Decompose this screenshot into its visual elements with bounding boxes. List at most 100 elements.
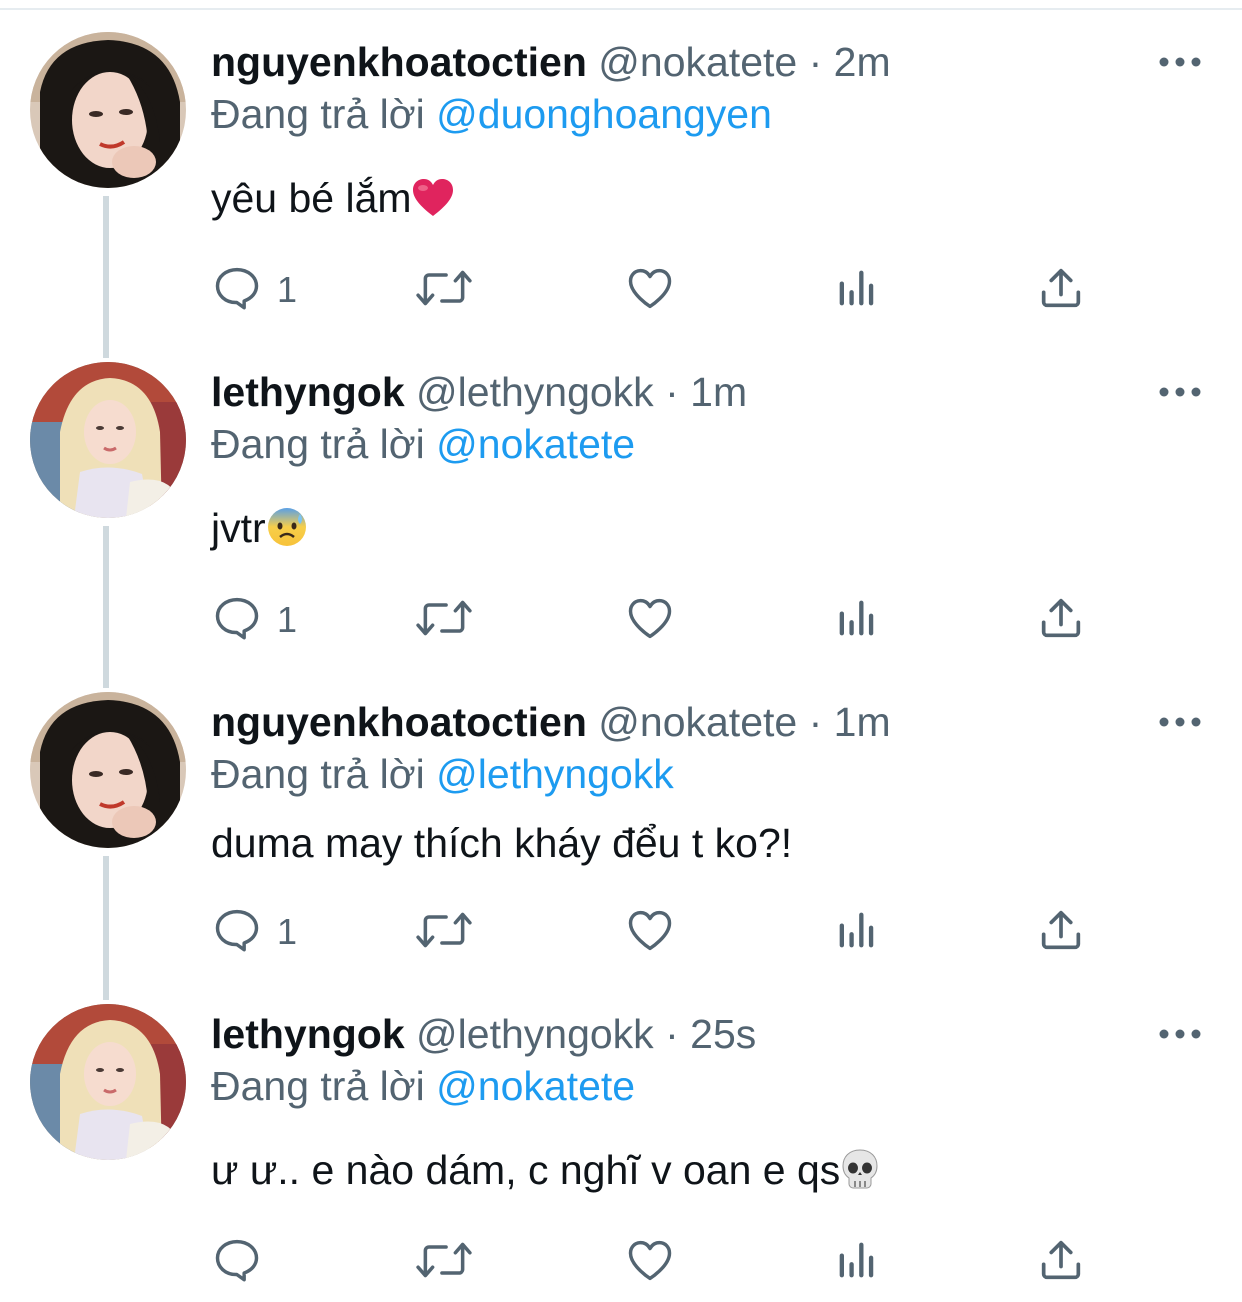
reply-button[interactable]: 1	[211, 904, 297, 960]
tweet-text-content: ư ư.. e nào dám, c nghĩ v oan e qs	[211, 1147, 841, 1193]
share-icon	[1035, 904, 1087, 961]
more-options-icon[interactable]	[1154, 704, 1206, 740]
share-button[interactable]	[1035, 904, 1087, 960]
reply-prefix: Đang trả lời	[211, 1063, 425, 1109]
reply-icon	[211, 592, 263, 649]
user-handle[interactable]: @lethyngokk	[416, 1011, 654, 1057]
timestamp[interactable]: 1m	[834, 699, 891, 745]
tweet-text-content: duma may thích kháy đểu t ko?!	[211, 820, 793, 866]
red-heart-emoji-icon	[412, 178, 454, 230]
reply-context: Đang trả lời @nokatete	[211, 418, 635, 470]
tweet-header: lethyngok @lethyngokk · 1m	[211, 366, 747, 418]
share-button[interactable]	[1035, 1234, 1087, 1290]
tweet-actions	[211, 1234, 1111, 1290]
user-handle[interactable]: @nokatete	[598, 39, 797, 85]
analytics-icon	[831, 262, 883, 319]
reply-icon	[211, 1234, 263, 1291]
share-icon	[1035, 262, 1087, 319]
reply-context: Đang trả lời @nokatete	[211, 1060, 635, 1112]
separator-dot: ·	[665, 369, 679, 415]
retweet-icon	[415, 262, 473, 319]
analytics-button[interactable]	[831, 904, 883, 960]
share-icon	[1035, 1234, 1087, 1291]
heart-icon	[624, 262, 676, 319]
like-button[interactable]	[624, 592, 676, 648]
analytics-button[interactable]	[831, 262, 883, 318]
retweet-button[interactable]	[415, 1234, 473, 1290]
tweet-actions: 1	[211, 904, 1111, 960]
user-handle[interactable]: @lethyngokk	[416, 369, 654, 415]
avatar[interactable]	[30, 692, 186, 848]
tweet-header: nguyenkhoatoctien @nokatete · 1m	[211, 696, 891, 748]
more-options-icon[interactable]	[1154, 44, 1206, 80]
more-options-icon[interactable]	[1154, 1016, 1206, 1052]
reply-icon	[211, 262, 263, 319]
tweet-text: duma may thích kháy đểu t ko?!	[211, 817, 792, 869]
separator-dot: ·	[665, 1011, 679, 1057]
reply-prefix: Đang trả lời	[211, 751, 425, 797]
retweet-button[interactable]	[415, 262, 473, 318]
analytics-icon	[831, 592, 883, 649]
tweet[interactable]: lethyngok @lethyngokk · 25s Đang trả lời…	[0, 972, 1242, 1302]
share-button[interactable]	[1035, 262, 1087, 318]
tweet[interactable]: nguyenkhoatoctien @nokatete · 2m Đang tr…	[0, 0, 1242, 330]
share-button[interactable]	[1035, 592, 1087, 648]
reply-prefix: Đang trả lời	[211, 421, 425, 467]
analytics-button[interactable]	[831, 1234, 883, 1290]
heart-icon	[624, 592, 676, 649]
avatar[interactable]	[30, 362, 186, 518]
reply-button[interactable]: 1	[211, 592, 297, 648]
retweet-button[interactable]	[415, 904, 473, 960]
tweet-text: ư ư.. e nào dám, c nghĩ v oan e qs	[211, 1144, 880, 1202]
reply-context: Đang trả lời @lethyngokk	[211, 748, 674, 800]
reply-mention[interactable]: @duonghoangyen	[436, 91, 772, 137]
reply-count: 1	[277, 269, 298, 310]
tweet-header: nguyenkhoatoctien @nokatete · 2m	[211, 36, 891, 88]
reply-mention[interactable]: @nokatete	[436, 421, 635, 467]
retweet-icon	[415, 904, 473, 961]
analytics-icon	[831, 1234, 883, 1291]
tweet[interactable]: nguyenkhoatoctien @nokatete · 1m Đang tr…	[0, 660, 1242, 990]
heart-icon	[624, 904, 676, 961]
reply-button[interactable]: 1	[211, 262, 297, 318]
reply-context: Đang trả lời @duonghoangyen	[211, 88, 772, 140]
tweet-actions: 1	[211, 592, 1111, 648]
tweet-text-content: jvtr	[211, 505, 266, 551]
anxious-face-emoji-icon	[266, 506, 308, 560]
like-button[interactable]	[624, 262, 676, 318]
retweet-button[interactable]	[415, 592, 473, 648]
reply-button[interactable]	[211, 1234, 277, 1290]
tweet-text: yêu bé lắm	[211, 172, 454, 230]
share-icon	[1035, 592, 1087, 649]
timestamp[interactable]: 1m	[690, 369, 747, 415]
reply-mention[interactable]: @nokatete	[436, 1063, 635, 1109]
like-button[interactable]	[624, 904, 676, 960]
avatar[interactable]	[30, 32, 186, 188]
retweet-icon	[415, 592, 473, 649]
like-button[interactable]	[624, 1234, 676, 1290]
user-handle[interactable]: @nokatete	[598, 699, 797, 745]
analytics-icon	[831, 904, 883, 961]
tweet[interactable]: lethyngok @lethyngokk · 1m Đang trả lời …	[0, 330, 1242, 660]
reply-count: 1	[277, 599, 298, 640]
reply-mention[interactable]: @lethyngokk	[436, 751, 674, 797]
timestamp[interactable]: 25s	[690, 1011, 756, 1057]
tweet-header: lethyngok @lethyngokk · 25s	[211, 1008, 756, 1060]
tweet-actions: 1	[211, 262, 1111, 318]
reply-icon	[211, 904, 263, 961]
separator-dot: ·	[808, 699, 823, 745]
display-name[interactable]: lethyngok	[211, 1011, 405, 1057]
display-name[interactable]: nguyenkhoatoctien	[211, 699, 587, 745]
display-name[interactable]: nguyenkhoatoctien	[211, 39, 587, 85]
tweet-text: jvtr	[211, 502, 308, 560]
display-name[interactable]: lethyngok	[211, 369, 405, 415]
retweet-icon	[415, 1234, 473, 1291]
skull-emoji-icon	[840, 1148, 880, 1202]
separator-dot: ·	[808, 39, 823, 85]
reply-prefix: Đang trả lời	[211, 91, 425, 137]
timestamp[interactable]: 2m	[834, 39, 891, 85]
analytics-button[interactable]	[831, 592, 883, 648]
avatar[interactable]	[30, 1004, 186, 1160]
more-options-icon[interactable]	[1154, 374, 1206, 410]
tweet-text-content: yêu bé lắm	[211, 175, 412, 221]
